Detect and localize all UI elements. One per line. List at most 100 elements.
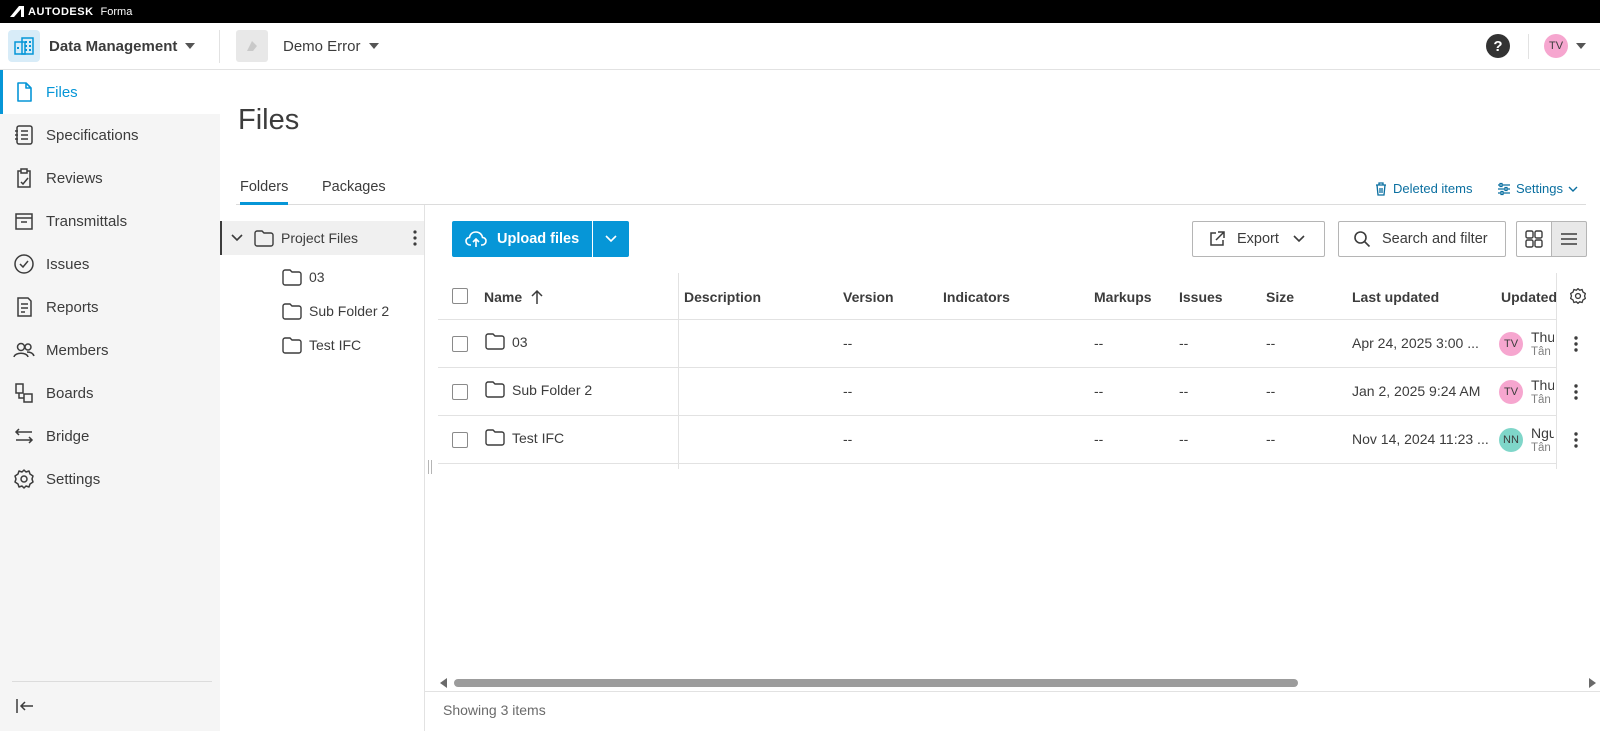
sidebar-item-label: Bridge <box>46 427 90 445</box>
brand-bar: AUTODESK Forma <box>0 0 1600 23</box>
column-header-size[interactable]: Size <box>1266 289 1294 305</box>
sidebar-item-settings[interactable]: Settings <box>0 457 220 501</box>
sort-ascending-icon <box>531 289 543 304</box>
version-cell: -- <box>843 431 853 447</box>
sidebar-divider <box>12 681 212 682</box>
search-and-filter-button[interactable]: Search and filter <box>1338 221 1506 257</box>
markups-cell: -- <box>1094 431 1104 447</box>
row-checkbox[interactable] <box>452 336 468 352</box>
collapse-sidebar-button[interactable] <box>14 695 38 719</box>
autodesk-logo: AUTODESK Forma <box>10 6 132 18</box>
tree-item-label: Sub Folder 2 <box>309 303 390 319</box>
tree-item-03[interactable]: 03 <box>282 262 325 292</box>
grid-view-button[interactable] <box>1516 221 1552 257</box>
settings-link[interactable]: Settings <box>1497 181 1578 196</box>
deleted-items-link[interactable]: Deleted items <box>1374 181 1472 196</box>
last-updated-cell: Apr 24, 2025 3:00 ... <box>1352 335 1479 351</box>
tree-item-project-files[interactable]: Project Files <box>220 221 424 255</box>
export-button[interactable]: Export <box>1192 221 1325 257</box>
project-placeholder-icon <box>247 41 257 51</box>
project-switcher[interactable]: Demo Error <box>236 30 379 62</box>
column-header-name[interactable]: Name <box>484 289 544 305</box>
column-header-description[interactable]: Description <box>684 289 761 305</box>
autodesk-logo-icon <box>10 6 24 17</box>
more-vertical-icon[interactable] <box>1573 335 1579 353</box>
transmittals-icon <box>15 213 33 230</box>
sidebar-item-members[interactable]: Members <box>0 328 220 372</box>
column-header-version[interactable]: Version <box>843 289 894 305</box>
caret-down-icon <box>368 43 379 49</box>
tab-packages[interactable]: Packages <box>322 179 386 205</box>
column-header-indicators[interactable]: Indicators <box>943 289 1010 305</box>
sidebar-item-transmittals[interactable]: Transmittals <box>0 199 220 243</box>
more-vertical-icon[interactable] <box>412 229 418 247</box>
column-header-updated-by[interactable]: Updated <box>1501 289 1556 305</box>
version-cell: -- <box>843 383 853 399</box>
issues-cell: -- <box>1179 335 1189 351</box>
panel-resize-handle[interactable] <box>428 460 432 474</box>
reviews-icon <box>17 168 31 188</box>
sidebar-item-boards[interactable]: Boards <box>0 371 220 415</box>
folder-icon <box>282 336 302 354</box>
sidebar-item-specifications[interactable]: Specifications <box>0 113 220 157</box>
tree-item-label: Project Files <box>281 230 359 246</box>
item-count-status: Showing 3 items <box>443 702 546 718</box>
sidebar-item-reviews[interactable]: Reviews <box>0 156 220 200</box>
module-title: Data Management <box>49 37 178 55</box>
avatar: TV <box>1499 332 1523 356</box>
column-header-last-updated[interactable]: Last updated <box>1352 289 1439 305</box>
tree-item-sub-folder-2[interactable]: Sub Folder 2 <box>282 296 389 326</box>
scrollbar-thumb[interactable] <box>454 679 1298 687</box>
sidebar-item-issues[interactable]: Issues <box>0 242 220 286</box>
sidebar-item-label: Issues <box>46 255 90 273</box>
project-thumbnail <box>236 30 268 62</box>
scroll-left-arrow-icon[interactable] <box>440 678 448 688</box>
upload-options-button[interactable] <box>593 221 629 257</box>
collapse-icon <box>16 699 33 713</box>
avatar: TV <box>1544 34 1568 58</box>
folder-icon <box>282 302 302 320</box>
table-row[interactable]: Sub Folder 2 -- -- -- -- Jan 2, 2025 9:2… <box>438 368 1600 416</box>
file-icon <box>17 82 32 102</box>
avatar: NN <box>1499 428 1523 452</box>
more-vertical-icon[interactable] <box>1573 431 1579 449</box>
updated-by-cell: TV Thu Tân <box>1499 378 1554 408</box>
column-settings-gear-icon[interactable] <box>1569 287 1587 305</box>
sidebar-item-files[interactable]: Files <box>0 70 220 114</box>
sidebar-item-label: Reports <box>46 298 99 316</box>
upload-files-button[interactable]: Upload files <box>452 221 592 257</box>
header-divider <box>1528 34 1529 59</box>
file-name-cell[interactable]: Sub Folder 2 <box>485 381 592 398</box>
chevron-down-icon[interactable] <box>230 231 244 245</box>
help-icon[interactable]: ? <box>1486 34 1510 58</box>
tree-item-test-ifc[interactable]: Test IFC <box>282 330 361 360</box>
folder-icon <box>254 229 274 247</box>
more-vertical-icon[interactable] <box>1573 383 1579 401</box>
sidebar-item-label: Members <box>46 341 109 359</box>
sidebar-item-bridge[interactable]: Bridge <box>0 414 220 458</box>
markups-cell: -- <box>1094 383 1104 399</box>
column-header-issues[interactable]: Issues <box>1179 289 1223 305</box>
sliders-icon <box>1498 182 1510 195</box>
module-switcher[interactable]: Data Management <box>8 30 196 62</box>
brand-product: Forma <box>100 5 133 18</box>
tab-folders[interactable]: Folders <box>240 179 289 205</box>
scroll-right-arrow-icon[interactable] <box>1588 678 1596 688</box>
user-menu[interactable]: TV <box>1544 34 1586 58</box>
file-name-cell[interactable]: 03 <box>485 333 528 350</box>
issues-cell: -- <box>1179 431 1189 447</box>
table-row[interactable]: Test IFC -- -- -- -- Nov 14, 2024 11:23 … <box>438 416 1600 464</box>
sidebar-item-label: Settings <box>46 470 101 488</box>
data-management-icon <box>8 30 40 62</box>
sidebar-item-reports[interactable]: Reports <box>0 285 220 329</box>
table-row[interactable]: 03 -- -- -- -- Apr 24, 2025 3:00 ... TV … <box>438 320 1600 368</box>
file-name-cell[interactable]: Test IFC <box>485 429 564 446</box>
list-view-button[interactable] <box>1551 221 1587 257</box>
row-checkbox[interactable] <box>452 432 468 448</box>
user-name: Thu <box>1531 378 1554 393</box>
select-all-checkbox[interactable] <box>452 288 468 304</box>
column-header-markups[interactable]: Markups <box>1094 289 1152 305</box>
row-checkbox[interactable] <box>452 384 468 400</box>
horizontal-scrollbar[interactable] <box>438 676 1600 690</box>
bridge-icon <box>14 428 34 444</box>
